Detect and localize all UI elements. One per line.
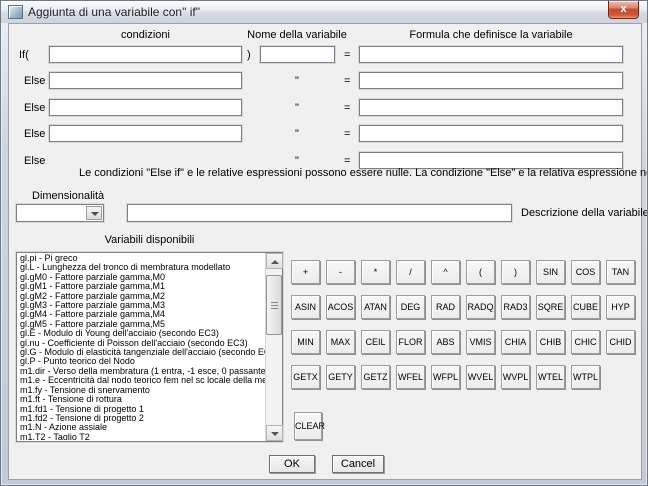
keypad-button-wvel[interactable]: WVEL xyxy=(466,365,495,389)
dialog-client-area: condizioni Nome della variabile Formula … xyxy=(8,23,642,480)
keypad-button-[interactable]: / xyxy=(396,260,425,284)
keypad-button-wfel[interactable]: WFEL xyxy=(396,365,425,389)
keypad-button-wtel[interactable]: WTEL xyxy=(536,365,565,389)
clear-button[interactable]: CLEAR xyxy=(294,412,322,440)
keypad-button-asin[interactable]: ASIN xyxy=(291,295,320,319)
title-bar[interactable]: Aggiunta di una variabile con" if" x xyxy=(1,1,647,23)
arrow-down-icon xyxy=(271,432,279,436)
keypad-button-max[interactable]: MAX xyxy=(326,330,355,354)
ditto-mark: " xyxy=(292,155,302,167)
description-input[interactable] xyxy=(127,204,512,222)
keypad-button-tan[interactable]: TAN xyxy=(606,260,635,284)
keypad-button-min[interactable]: MIN xyxy=(291,330,320,354)
keypad-button-cos[interactable]: COS xyxy=(571,260,600,284)
ok-button[interactable]: OK xyxy=(269,455,315,473)
description-label: Descrizione della variabile xyxy=(521,207,648,219)
keypad-button-[interactable]: + xyxy=(291,260,320,284)
keypad-button-cube[interactable]: CUBE xyxy=(571,295,600,319)
keypad-button-getz[interactable]: GETZ xyxy=(361,365,390,389)
dropdown-button[interactable] xyxy=(86,206,102,220)
keypad-button-wvpl[interactable]: WVPL xyxy=(501,365,530,389)
keypad: +-*/^()SINCOSTAN ASINACOSATANDEGRADRADQRA… xyxy=(291,260,641,400)
keypad-button-gety[interactable]: GETY xyxy=(326,365,355,389)
header-formula: Formula che definisce la variabile xyxy=(359,29,623,41)
keypad-button-atan[interactable]: ATAN xyxy=(361,295,390,319)
keypad-button-acos[interactable]: ACOS xyxy=(326,295,355,319)
equals-sign: = xyxy=(344,128,350,140)
dimensionality-select[interactable] xyxy=(16,204,104,222)
keypad-button-flor[interactable]: FLOR xyxy=(396,330,425,354)
dimensionality-label: Dimensionalità xyxy=(32,190,104,202)
note-text: Le condizioni "Else if" e le relative es… xyxy=(79,167,639,179)
elseif3-condition-input[interactable] xyxy=(49,125,242,142)
if-condition-input[interactable] xyxy=(49,46,242,63)
keypad-button-radq[interactable]: RADQ xyxy=(466,295,495,319)
variables-listbox[interactable]: gl.pi - Pi grecogl.L - Lunghezza del tro… xyxy=(16,252,283,442)
equals-sign: = xyxy=(344,155,350,167)
elseif2-condition-input[interactable] xyxy=(49,99,242,116)
ditto-mark: " xyxy=(292,128,302,140)
header-conditions: condizioni xyxy=(49,29,242,41)
close-button[interactable]: x xyxy=(608,1,639,19)
keypad-button-deg[interactable]: DEG xyxy=(396,295,425,319)
scrollbar[interactable] xyxy=(265,253,282,441)
elseif1-formula-input[interactable] xyxy=(359,72,623,89)
list-item[interactable]: m1.T2 - Taglio T2 xyxy=(20,433,265,440)
if-formula-input[interactable] xyxy=(359,46,623,63)
variable-name-input[interactable] xyxy=(260,46,335,63)
equals-sign: = xyxy=(344,49,350,61)
keypad-button-wtpl[interactable]: WTPL xyxy=(571,365,600,389)
keypad-button-vmis[interactable]: VMIS xyxy=(466,330,495,354)
thumb-grip-icon xyxy=(271,302,278,309)
keypad-button-sin[interactable]: SIN xyxy=(536,260,565,284)
keypad-button-rad[interactable]: RAD xyxy=(431,295,460,319)
variables-list: gl.pi - Pi grecogl.L - Lunghezza del tro… xyxy=(18,254,265,440)
close-paren: ) xyxy=(247,49,251,61)
keypad-button-sqre[interactable]: SQRE xyxy=(536,295,565,319)
arrow-up-icon xyxy=(271,260,279,264)
elseif1-condition-input[interactable] xyxy=(49,72,242,89)
ditto-mark: " xyxy=(292,75,302,87)
keypad-button-abs[interactable]: ABS xyxy=(431,330,460,354)
keypad-button-ceil[interactable]: CEIL xyxy=(361,330,390,354)
if-row-label: If( xyxy=(19,49,29,61)
ditto-mark: " xyxy=(292,102,302,114)
equals-sign: = xyxy=(344,75,350,87)
chevron-down-icon xyxy=(91,212,99,216)
variables-label: Variabili disponibili xyxy=(16,234,283,246)
keypad-button-wfpl[interactable]: WFPL xyxy=(431,365,460,389)
keypad-button-rad3[interactable]: RAD3 xyxy=(501,295,530,319)
scroll-down-button[interactable] xyxy=(266,425,283,441)
scroll-thumb[interactable] xyxy=(266,275,282,335)
keypad-button-getx[interactable]: GETX xyxy=(291,365,320,389)
keypad-button-hyp[interactable]: HYP xyxy=(606,295,635,319)
cancel-button[interactable]: Cancel xyxy=(332,455,384,473)
keypad-button-[interactable]: - xyxy=(326,260,355,284)
else-row-label: Else xyxy=(24,155,45,167)
elseif3-formula-input[interactable] xyxy=(359,125,623,142)
window-title: Aggiunta di una variabile con" if" xyxy=(28,5,200,19)
scroll-up-button[interactable] xyxy=(266,253,283,269)
keypad-button-[interactable]: ( xyxy=(466,260,495,284)
equals-sign: = xyxy=(344,102,350,114)
elseif2-formula-input[interactable] xyxy=(359,99,623,116)
dialog-window: Aggiunta di una variabile con" if" x con… xyxy=(0,0,648,486)
keypad-button-chic[interactable]: CHIC xyxy=(571,330,600,354)
keypad-button-[interactable]: ^ xyxy=(431,260,460,284)
dimensionality-selected-value xyxy=(17,209,20,221)
keypad-button-[interactable]: * xyxy=(361,260,390,284)
app-icon xyxy=(8,5,23,19)
keypad-button-[interactable]: ) xyxy=(501,260,530,284)
close-icon: x xyxy=(620,3,626,15)
keypad-button-chia[interactable]: CHIA xyxy=(501,330,530,354)
header-variable-name: Nome della variabile xyxy=(247,29,347,41)
keypad-button-chib[interactable]: CHIB xyxy=(536,330,565,354)
keypad-button-chid[interactable]: CHID xyxy=(606,330,635,354)
